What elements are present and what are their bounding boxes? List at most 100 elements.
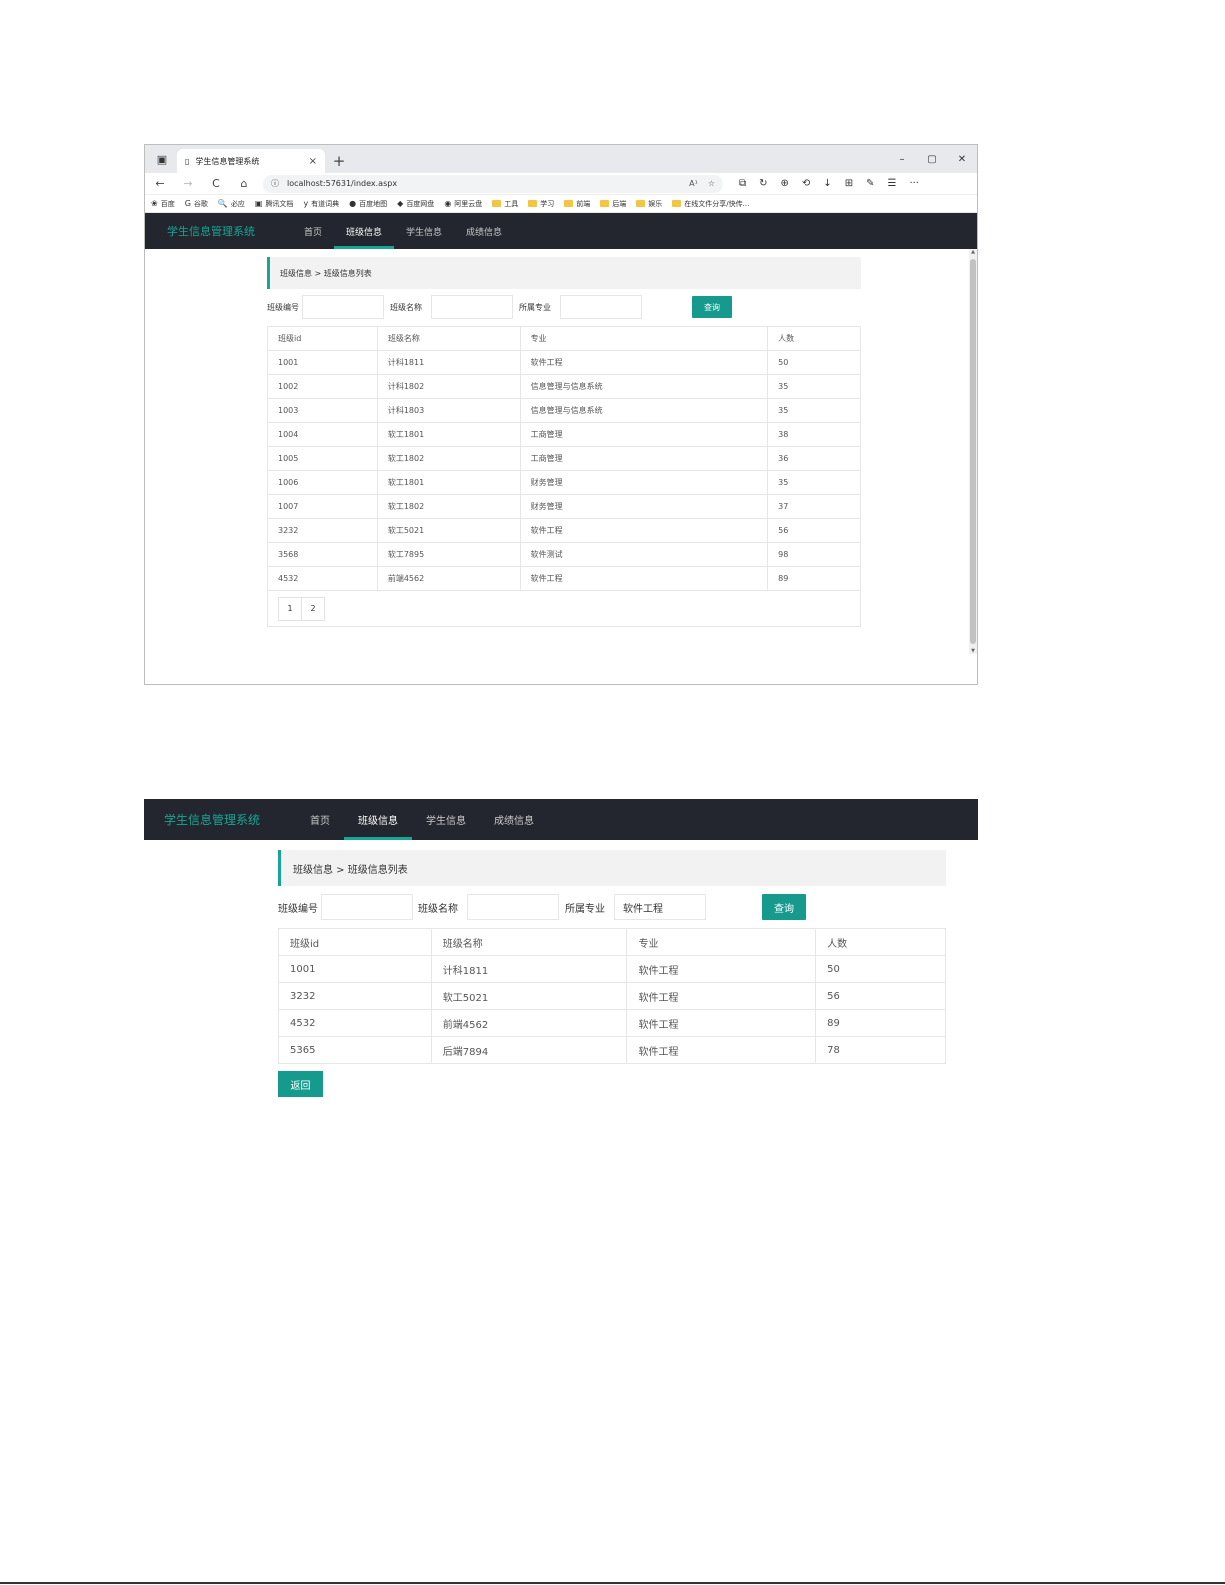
table-row[interactable]: 4532 前端4562 软件工程 89	[267, 566, 861, 591]
col-major[interactable]: 专业	[519, 326, 769, 351]
table-row[interactable]: 1003 计科1803 信息管理与信息系统 35	[267, 398, 861, 423]
table-row[interactable]: 1002 计科1802 信息管理与信息系统 35	[267, 374, 861, 399]
brand-title[interactable]: 学生信息管理系统	[144, 811, 296, 828]
nav-class-info[interactable]: 班级信息	[344, 799, 412, 840]
close-window-icon[interactable]: ✕	[947, 145, 977, 173]
table-row[interactable]: 1001 计科1811 软件工程 50	[267, 350, 861, 375]
brand-title[interactable]: 学生信息管理系统	[145, 223, 292, 239]
col-count[interactable]: 人数	[815, 928, 946, 956]
nav-student-info[interactable]: 学生信息	[394, 213, 454, 249]
class-name-input[interactable]	[467, 894, 559, 920]
toolbar-icon[interactable]: ⟲	[802, 178, 810, 189]
url-field[interactable]: ⓘ localhost:57631/index.aspx A¹ ☆	[263, 174, 723, 193]
bookmark-folder[interactable]: 工具	[492, 199, 518, 209]
col-major[interactable]: 专业	[626, 928, 817, 956]
class-id-input[interactable]	[321, 894, 413, 920]
scroll-up-icon[interactable]: ▲	[969, 249, 977, 255]
new-tab-button[interactable]: +	[327, 149, 351, 173]
bookmark-item[interactable]: ❀ 百度	[151, 199, 175, 209]
col-class-id[interactable]: 班级id	[267, 326, 378, 351]
cell-class-id: 1001	[267, 350, 378, 375]
table-row[interactable]: 1005 软工1802 工商管理 36	[267, 446, 861, 471]
table-row[interactable]: 3568 软工7895 软件测试 98	[267, 542, 861, 567]
col-class-id[interactable]: 班级id	[278, 928, 432, 956]
table-row[interactable]: 3232 软工5021 软件工程 56	[267, 518, 861, 543]
class-name-input[interactable]	[431, 295, 513, 319]
toolbar-icon[interactable]: ⊕	[781, 178, 789, 189]
cell-class-id: 1003	[267, 398, 378, 423]
table-row[interactable]: 1007 软工1802 财务管理 37	[267, 494, 861, 519]
col-count[interactable]: 人数	[767, 326, 861, 351]
class-name-label: 班级名称	[390, 302, 422, 312]
page-divider	[0, 1582, 1225, 1584]
search-button[interactable]: 查询	[762, 894, 806, 920]
maximize-icon[interactable]: ▢	[917, 145, 947, 173]
class-id-input[interactable]	[302, 295, 384, 319]
toolbar-icon[interactable]: ↓	[823, 178, 831, 189]
bookmark-folder[interactable]: 娱乐	[636, 199, 662, 209]
major-input[interactable]: 软件工程	[614, 894, 706, 920]
toolbar-icon[interactable]: ☰	[887, 178, 896, 189]
table-row[interactable]: 1001 计科1811 软件工程 50	[278, 955, 946, 983]
scroll-thumb[interactable]	[970, 259, 976, 644]
col-class-name[interactable]: 班级名称	[430, 928, 628, 956]
cell-major: 软件工程	[519, 350, 769, 375]
table-row[interactable]: 5365 后端7894 软件工程 78	[278, 1036, 946, 1064]
nav-score-info[interactable]: 成绩信息	[454, 213, 514, 249]
bookmark-item[interactable]: ● 百度地图	[349, 199, 387, 209]
bookmark-item[interactable]: y 有道词典	[303, 199, 339, 209]
toolbar-icon[interactable]: ✎	[866, 178, 874, 189]
bookmark-item[interactable]: 🔍 必应	[218, 199, 245, 209]
nav-score-info[interactable]: 成绩信息	[480, 799, 548, 840]
refresh-icon[interactable]: C	[207, 177, 225, 190]
nav-home[interactable]: 首页	[296, 799, 344, 840]
table-row[interactable]: 3232 软工5021 软件工程 56	[278, 982, 946, 1010]
filter-bar: 班级编号 班级名称 所属专业 软件工程 查询	[278, 894, 946, 920]
back-button[interactable]: 返回	[278, 1071, 323, 1097]
site-info-icon[interactable]: ⓘ	[271, 178, 279, 189]
table-row[interactable]: 1004 软工1801 工商管理 38	[267, 422, 861, 447]
forward-icon[interactable]: →	[179, 177, 197, 190]
minimize-icon[interactable]: –	[887, 145, 917, 173]
toolbar-icon[interactable]: ↻	[759, 178, 767, 189]
browser-tab[interactable]: ▯ 学生信息管理系统 ×	[177, 149, 325, 173]
toolbar-icon[interactable]: ···	[909, 178, 919, 189]
bookmark-folder[interactable]: 在线文件分享/快传...	[672, 199, 749, 209]
major-input[interactable]	[560, 295, 642, 319]
bookmark-folder[interactable]: 学习	[528, 199, 554, 209]
nav-home[interactable]: 首页	[292, 213, 334, 249]
class-table: 班级id 班级名称 专业 人数 1001 计科1811 软件工程 50 3232 软工50…	[278, 928, 946, 1064]
close-tab-icon[interactable]: ×	[309, 156, 317, 167]
nav-class-info[interactable]: 班级信息	[334, 213, 395, 249]
bookmark-item[interactable]: ◉ 阿里云盘	[444, 199, 482, 209]
cell-class-id: 4532	[267, 566, 378, 591]
top-nav: 学生信息管理系统 首页 班级信息 学生信息 成绩信息	[144, 799, 978, 840]
toolbar-icon[interactable]: ⊞	[845, 178, 853, 189]
table-row[interactable]: 4532 前端4562 软件工程 89	[278, 1009, 946, 1037]
page-2-button[interactable]: 2	[301, 596, 325, 621]
bookmark-item[interactable]: ◆ 百度网盘	[397, 199, 434, 209]
page-1-button[interactable]: 1	[278, 596, 302, 621]
scroll-down-icon[interactable]: ▼	[969, 648, 977, 654]
nav-student-info[interactable]: 学生信息	[412, 799, 480, 840]
read-aloud-icon[interactable]: A¹	[689, 179, 698, 188]
cell-class-name: 前端4562	[430, 1009, 628, 1037]
bookmark-folder[interactable]: 前端	[564, 199, 590, 209]
toolbar-icon[interactable]: ⧉	[739, 178, 746, 189]
home-icon[interactable]: ⌂	[235, 177, 253, 190]
tab-strip: ▣ ▯ 学生信息管理系统 × + – ▢ ✕	[145, 145, 977, 173]
bookmark-item[interactable]: G 谷歌	[185, 199, 208, 209]
window-controls: – ▢ ✕	[887, 145, 977, 173]
cell-class-id: 1007	[267, 494, 378, 519]
cell-class-id: 3232	[267, 518, 378, 543]
favorite-star-icon[interactable]: ☆	[708, 179, 715, 188]
search-button[interactable]: 查询	[692, 296, 732, 318]
cell-class-name: 后端7894	[430, 1036, 628, 1064]
page-scrollbar[interactable]: ▲ ▼	[969, 249, 977, 654]
tab-actions-icon[interactable]: ▣	[151, 148, 173, 170]
bookmark-item[interactable]: ▣ 腾讯文档	[255, 199, 294, 209]
table-row[interactable]: 1006 软工1801 财务管理 35	[267, 470, 861, 495]
col-class-name[interactable]: 班级名称	[376, 326, 521, 351]
bookmark-folder[interactable]: 后端	[600, 199, 626, 209]
back-icon[interactable]: ←	[151, 177, 169, 190]
